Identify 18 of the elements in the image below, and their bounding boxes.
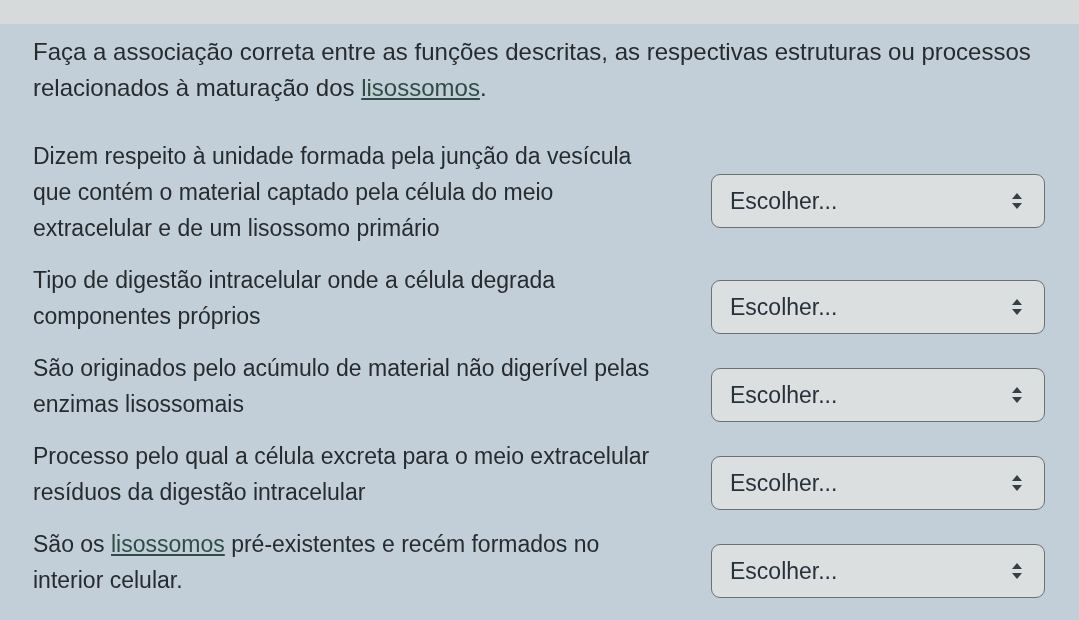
statement-text: Dizem respeito à unidade formada pela junção da vesícula que contém o material captado pela célula do meio extracelular e de um lisossomo primário [33, 142, 633, 243]
glossary-link[interactable]: lisossomos [111, 531, 225, 557]
up-down-caret-icon [1012, 299, 1022, 315]
answer-dropdown[interactable]: Escolher... [711, 174, 1045, 228]
statement-text: São originados pelo acúmulo de material não digerível pelas enzimas lisossomais [33, 354, 651, 419]
up-down-caret-icon [1012, 563, 1022, 579]
answer-dropdown[interactable]: Escolher... [711, 280, 1045, 334]
statement-text: Tipo de digestão intracelular onde a célula degrada componentes próprios [33, 266, 557, 331]
up-down-caret-icon [1012, 193, 1022, 209]
answer-dropdown[interactable]: Escolher... [711, 456, 1045, 510]
statement-text: Processo pelo qual a célula excreta para o meio extracelular resíduos da digestão intracelular [33, 442, 651, 507]
glossary-link[interactable]: lisossomos [361, 74, 480, 101]
question-text: Faça a associação correta entre as funções descritas, as respectivas estruturas ou processos relacionados à maturação dos lisossomos. [33, 37, 1032, 103]
statement-text: São os lisossomos pré-existentes e recém formados no interior celular. [33, 530, 601, 595]
up-down-caret-icon [1012, 475, 1022, 491]
answer-dropdown[interactable]: Escolher... [711, 544, 1045, 598]
up-down-caret-icon [1012, 387, 1022, 403]
answer-dropdown[interactable]: Escolher... [711, 368, 1045, 422]
